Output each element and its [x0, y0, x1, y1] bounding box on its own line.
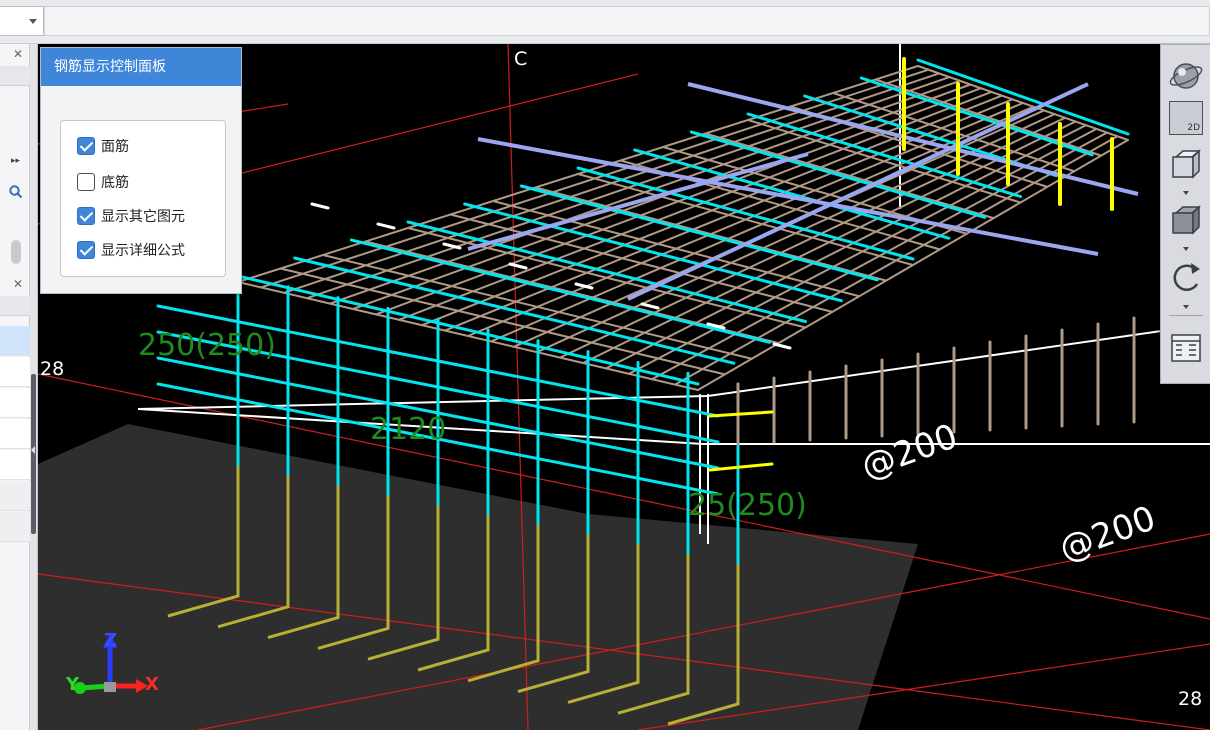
- chevron-down-icon[interactable]: [1183, 247, 1189, 251]
- view-2d-label: 2D: [1187, 123, 1200, 133]
- cube-wireframe-icon[interactable]: [1167, 145, 1205, 183]
- dash-mark: [508, 262, 528, 270]
- dimension-label: 25(250): [688, 488, 807, 523]
- highlight-bar: [708, 410, 774, 418]
- list-item[interactable]: [0, 357, 30, 387]
- axis-gizmo: [74, 634, 148, 694]
- sphere-icon[interactable]: [1167, 57, 1205, 95]
- list-item[interactable]: [0, 388, 30, 418]
- distribution-bar: [687, 82, 1139, 196]
- display-options-group: 面筋 底筋 显示其它图元 显示详细公式: [60, 120, 226, 277]
- checkbox[interactable]: [77, 173, 95, 191]
- dimension-label: 250(250): [138, 328, 276, 363]
- rotate-icon[interactable]: [1167, 259, 1205, 297]
- top-toolbar: [0, 0, 1210, 44]
- top-mesh-bar: [916, 58, 1130, 136]
- chevron-down-icon[interactable]: [1183, 305, 1189, 309]
- dash-mark: [310, 202, 330, 210]
- search-icon[interactable]: [8, 184, 24, 200]
- toolbar-divider: [1169, 315, 1203, 316]
- option-top-rebar[interactable]: 面筋: [77, 135, 129, 157]
- axis-badge-28-bottom: 28: [1178, 688, 1202, 710]
- scrollbar-thumb[interactable]: [11, 240, 21, 264]
- panel-header: [0, 296, 30, 316]
- dash-mark: [640, 302, 660, 310]
- close-icon[interactable]: ✕: [10, 277, 26, 291]
- cube-solid-icon[interactable]: [1167, 201, 1205, 239]
- axis-label: 28: [1178, 688, 1203, 710]
- collapse-arrow-icon[interactable]: [31, 446, 35, 454]
- list-item-selected[interactable]: [0, 326, 30, 356]
- panel-header: [0, 66, 30, 86]
- option-label: 底筋: [101, 175, 129, 191]
- highlight-bar: [708, 462, 774, 472]
- checkbox[interactable]: [77, 137, 95, 155]
- app-window: ✕ ▸▸ ✕ C 28 28 250(250) 2120 25(250) @20…: [0, 0, 1210, 730]
- checkbox[interactable]: [77, 207, 95, 225]
- option-bottom-rebar[interactable]: 底筋: [77, 171, 129, 193]
- axis-badge-28-left: 28: [40, 358, 64, 380]
- gizmo-x-label: X: [145, 674, 159, 695]
- view-2d-icon[interactable]: 2D: [1169, 101, 1203, 135]
- close-icon[interactable]: ✕: [10, 47, 26, 61]
- axis-label: 28: [40, 358, 65, 380]
- dash-mark: [376, 222, 396, 230]
- dash-mark: [442, 242, 462, 250]
- double-chevron-right-icon[interactable]: ▸▸: [11, 156, 20, 166]
- dash-mark: [772, 342, 792, 350]
- layout-icon[interactable]: [1167, 329, 1205, 367]
- chevron-down-icon: [29, 19, 37, 24]
- axis-label: C: [514, 48, 528, 70]
- toolbar-strip: [44, 6, 1210, 36]
- option-show-detailed-formula[interactable]: 显示详细公式: [77, 239, 185, 261]
- option-label: 显示其它图元: [101, 209, 185, 225]
- panel-splitter[interactable]: [30, 44, 38, 730]
- view-toolbar: 2D: [1160, 44, 1210, 384]
- left-side-panel: ✕ ▸▸ ✕: [0, 44, 30, 730]
- option-label: 显示详细公式: [101, 243, 185, 259]
- view-selector-dropdown[interactable]: [0, 6, 44, 36]
- gizmo-y-label: Y: [66, 674, 80, 695]
- list-item[interactable]: [0, 450, 30, 480]
- dimension-label: 2120: [370, 412, 447, 447]
- list-item[interactable]: [0, 512, 30, 542]
- axis-badge-c: C: [514, 48, 527, 70]
- option-label: 面筋: [101, 139, 129, 155]
- rebar-display-control-panel: 钢筋显示控制面板 面筋 底筋 显示其它图元 显示详细公式: [40, 47, 242, 294]
- panel-title: 钢筋显示控制面板: [41, 48, 241, 86]
- splitter-grip[interactable]: [31, 374, 36, 534]
- chevron-down-icon[interactable]: [1183, 191, 1189, 195]
- list-item[interactable]: [0, 419, 30, 449]
- gizmo-z-label: Z: [104, 630, 118, 651]
- checkbox[interactable]: [77, 241, 95, 259]
- option-show-other-elements[interactable]: 显示其它图元: [77, 205, 185, 227]
- list-item[interactable]: [0, 481, 30, 511]
